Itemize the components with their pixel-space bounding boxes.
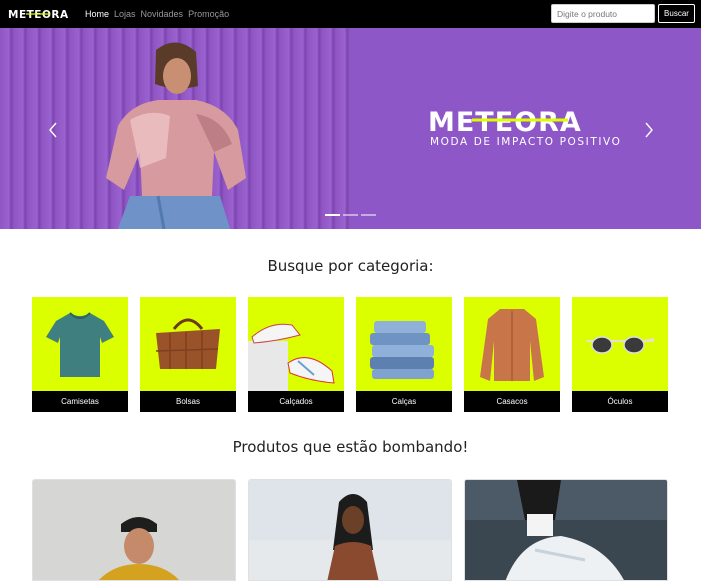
carousel-indicator-1[interactable] [325, 214, 340, 216]
category-image [356, 297, 452, 391]
category-image [248, 297, 344, 391]
carousel-indicator-2[interactable] [343, 214, 358, 216]
carousel-indicators [325, 214, 376, 216]
meteora-hero-logo-icon: METEORA [428, 107, 581, 138]
chevron-right-icon [645, 122, 653, 138]
product-image-woman-braids [249, 480, 451, 580]
category-image [140, 297, 236, 391]
product-card-1[interactable] [32, 479, 236, 581]
category-label: Calçados [248, 391, 344, 412]
chevron-left-icon [49, 122, 57, 138]
product-image-man-beanie [33, 480, 235, 580]
category-label: Casacos [464, 391, 560, 412]
nav-link-promocao[interactable]: Promoção [188, 9, 229, 19]
products-title: Produtos que estão bombando! [232, 438, 469, 456]
category-card-camisetas[interactable]: Camisetas [32, 297, 128, 412]
category-label: Óculos [572, 391, 668, 412]
nav-link-lojas[interactable]: Lojas [114, 9, 136, 19]
nav-links: Home Lojas Novidades Promoção [85, 9, 229, 19]
search-button[interactable]: Buscar [658, 4, 695, 23]
meteora-logo-icon: METEORA [8, 9, 68, 21]
product-image-sneakers [465, 480, 667, 580]
category-image [572, 297, 668, 391]
brand-logo[interactable]: METEORA [8, 7, 72, 25]
product-card-2[interactable] [248, 479, 452, 581]
category-image [32, 297, 128, 391]
sneakers-icon [248, 323, 335, 391]
category-label: Bolsas [140, 391, 236, 412]
sunglasses-icon [586, 336, 655, 354]
category-card-calcas[interactable]: Calças [356, 297, 452, 412]
category-card-calcados[interactable]: Calçados [248, 297, 344, 412]
hero-carousel: METEORA MODA DE IMPACTO POSITIVO [0, 28, 701, 229]
category-image [464, 297, 560, 391]
category-label: Calças [356, 391, 452, 412]
search-input[interactable] [551, 4, 655, 23]
categories-title: Busque por categoria: [267, 257, 434, 275]
tshirt-icon [46, 312, 114, 377]
nav-link-novidades[interactable]: Novidades [141, 9, 184, 19]
jeans-icon [370, 321, 434, 379]
category-card-oculos[interactable]: Óculos [572, 297, 668, 412]
category-card-casacos[interactable]: Casacos [464, 297, 560, 412]
category-label: Camisetas [32, 391, 128, 412]
carousel-prev-button[interactable] [45, 120, 61, 140]
carousel-next-button[interactable] [641, 120, 657, 140]
bag-icon [155, 318, 220, 369]
product-card-3[interactable] [464, 479, 668, 581]
hero-tagline: MODA DE IMPACTO POSITIVO [430, 136, 622, 148]
carousel-indicator-3[interactable] [361, 214, 376, 216]
category-card-bolsas[interactable]: Bolsas [140, 297, 236, 412]
jacket-icon [480, 309, 544, 381]
navbar: METEORA Home Lojas Novidades Promoção Bu… [0, 0, 701, 28]
nav-link-home[interactable]: Home [85, 9, 109, 19]
